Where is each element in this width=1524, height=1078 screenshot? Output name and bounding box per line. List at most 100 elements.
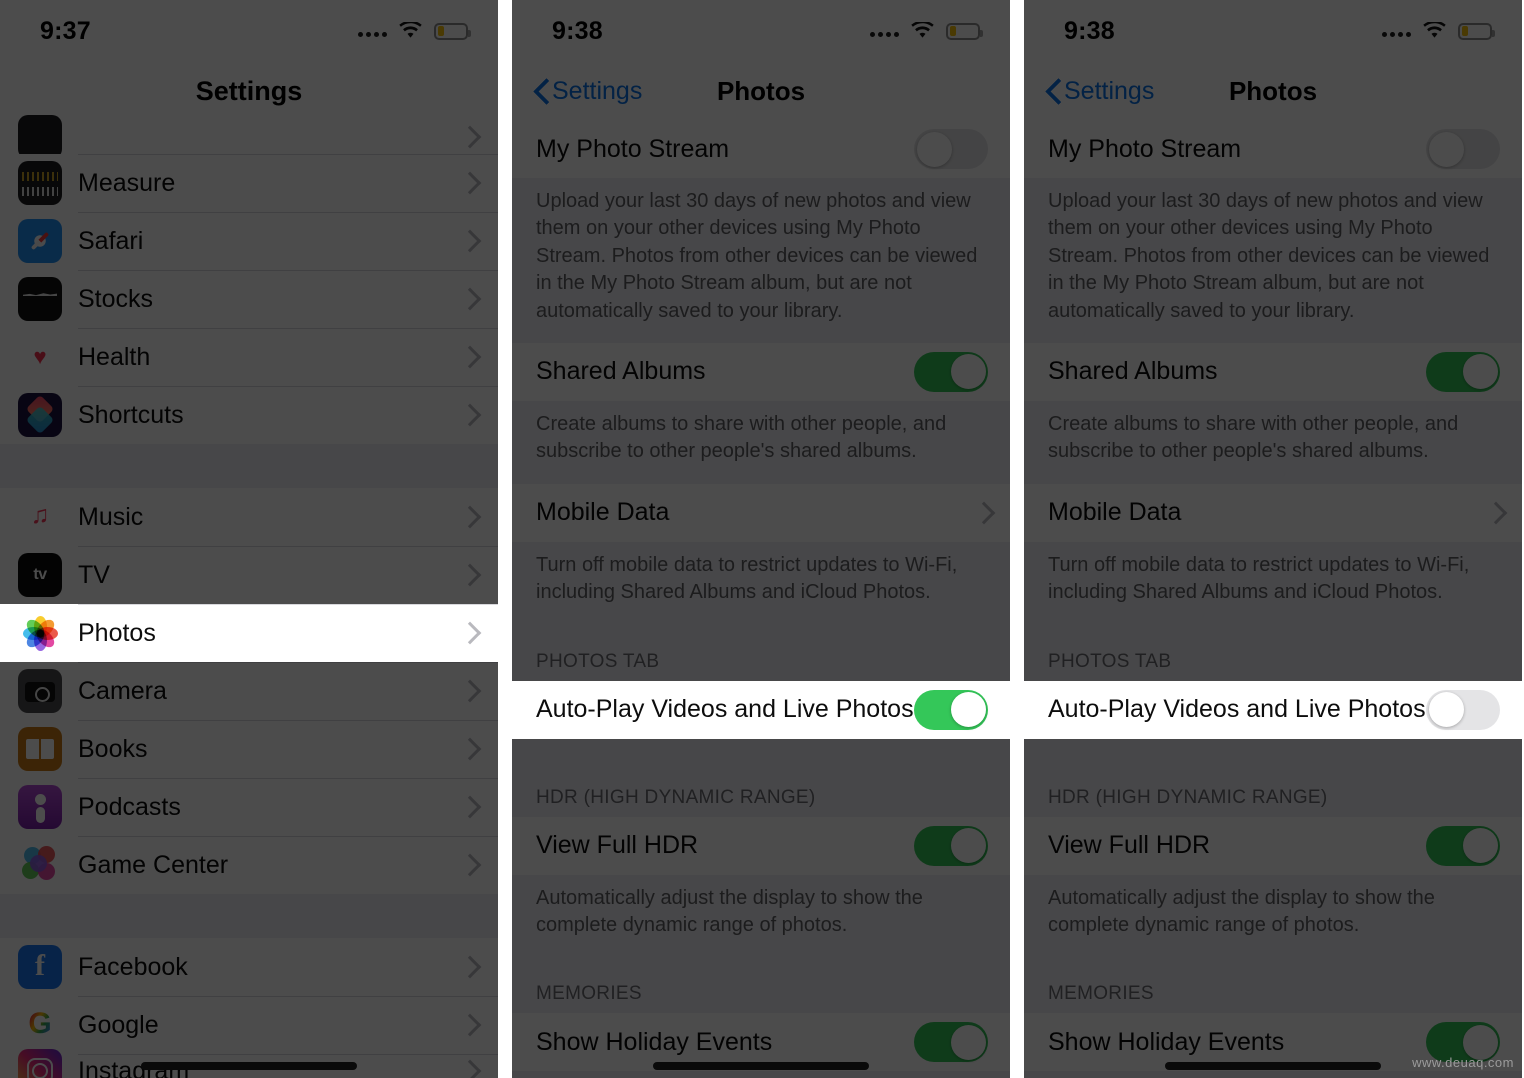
chevron-right-icon — [462, 288, 474, 310]
sidebar-item-facebook[interactable]: Facebook — [0, 938, 498, 996]
sidebar-item-photos[interactable]: Photos — [0, 604, 498, 662]
back-button[interactable]: Settings — [512, 77, 642, 106]
setting-description: Automatically adjust the display to show… — [512, 874, 1010, 958]
status-bar: 9:38 — [512, 0, 1010, 62]
sidebar-item-camera[interactable]: Camera — [0, 662, 498, 720]
toggle-knob — [1428, 131, 1464, 167]
sidebar-item-google[interactable]: Google — [0, 996, 498, 1054]
wifi-icon — [1422, 20, 1447, 40]
section-spacer — [512, 738, 1010, 761]
setting-label: Show Holiday Events — [536, 1027, 773, 1056]
setting-description: Upload your last 30 days of new photos a… — [512, 178, 1010, 343]
setting-row-mobile-data[interactable]: Mobile Data — [512, 483, 1010, 542]
chevron-left-icon — [1046, 78, 1061, 104]
instagram-app-icon — [18, 1049, 62, 1078]
status-bar: 9:37 — [0, 0, 498, 62]
chevron-left-icon — [534, 78, 549, 104]
sidebar-item-cut[interactable] — [0, 115, 498, 159]
section-header: PHOTOS TAB — [512, 624, 1010, 681]
settings-group: Measure Safari Stocks Health Shortcuts — [0, 115, 498, 444]
section-spacer — [1024, 738, 1522, 761]
sidebar-item-label: Books — [78, 734, 148, 763]
sidebar-item-tv[interactable]: TV — [0, 546, 498, 604]
google-app-icon — [18, 1003, 62, 1047]
sidebar-item-measure[interactable]: Measure — [0, 154, 498, 212]
books-app-icon — [18, 727, 62, 771]
stocks-app-icon — [18, 277, 62, 321]
setting-label: My Photo Stream — [1048, 134, 1242, 163]
nav-bar: Settings — [0, 62, 498, 120]
setting-row-auto-play-videos-and-live-photos[interactable]: Auto-Play Videos and Live Photos — [512, 680, 1010, 739]
home-indicator[interactable] — [653, 1062, 869, 1070]
section-header: MEMORIES — [1024, 957, 1522, 1014]
setting-row-my-photo-stream[interactable]: My Photo Stream — [1024, 120, 1522, 178]
setting-row-mobile-data[interactable]: Mobile Data — [1024, 483, 1522, 542]
toggle-view-full-hdr[interactable] — [1426, 825, 1500, 866]
photos-flower-icon — [20, 613, 60, 653]
battery-low-icon — [434, 22, 471, 40]
settings-group: Music TV Photos Camera Books Podcasts Game Cen… — [0, 488, 498, 894]
setting-description: Turn off mobile data to restrict updates… — [1024, 541, 1522, 625]
setting-row-view-full-hdr[interactable]: View Full HDR — [512, 816, 1010, 875]
sidebar-item-shortcuts[interactable]: Shortcuts — [0, 386, 498, 444]
health-app-icon — [18, 335, 62, 379]
chevron-right-icon — [462, 506, 474, 528]
sidebar-item-podcasts[interactable]: Podcasts — [0, 778, 498, 836]
game-center-app-icon — [18, 843, 62, 887]
toggle-knob — [950, 828, 986, 864]
sidebar-item-safari[interactable]: Safari — [0, 212, 498, 270]
status-time: 9:38 — [552, 16, 603, 45]
setting-label: Auto-Play Videos and Live Photos — [1048, 695, 1426, 724]
setting-label: View Full HDR — [1048, 831, 1211, 860]
toggle-my-photo-stream[interactable] — [1426, 129, 1500, 169]
toggle-auto-play-videos-and-live-photos[interactable] — [1426, 689, 1500, 730]
wifi-icon — [398, 20, 423, 40]
setting-description: Create albums to share with other people… — [512, 400, 1010, 484]
photos-app-icon — [18, 611, 62, 655]
sidebar-item-health[interactable]: Health — [0, 328, 498, 386]
sidebar-item-label: Game Center — [78, 850, 229, 879]
sidebar-item-label: Podcasts — [78, 792, 181, 821]
setting-label: Shared Albums — [536, 357, 706, 386]
back-button-label: Settings — [1064, 76, 1155, 105]
sidebar-item-music[interactable]: Music — [0, 488, 498, 546]
toggle-knob — [916, 131, 952, 167]
measure-app-icon — [18, 161, 62, 205]
home-indicator[interactable] — [141, 1062, 357, 1070]
signal-dots-icon — [358, 25, 387, 37]
chevron-right-icon — [462, 680, 474, 702]
setting-description: Turn off mobile data to restrict updates… — [512, 541, 1010, 625]
sidebar-item-label: Health — [78, 342, 151, 371]
signal-dots-icon — [870, 25, 899, 37]
setting-row-auto-play-videos-and-live-photos[interactable]: Auto-Play Videos and Live Photos — [1024, 680, 1522, 739]
camera-app-icon — [18, 669, 62, 713]
toggle-show-holiday-events[interactable] — [914, 1022, 988, 1063]
sidebar-item-game-center[interactable]: Game Center — [0, 836, 498, 894]
sidebar-item-stocks[interactable]: Stocks — [0, 270, 498, 328]
wifi-icon — [910, 20, 935, 40]
setting-row-shared-albums[interactable]: Shared Albums — [1024, 342, 1522, 401]
sidebar-item-label: Camera — [78, 676, 167, 705]
setting-description: You can choose to see holiday events for… — [1024, 1071, 1522, 1078]
toggle-shared-albums[interactable] — [1426, 351, 1500, 392]
setting-description: Create albums to share with other people… — [1024, 400, 1522, 484]
nav-bar: Settings Photos — [1024, 62, 1522, 120]
toggle-shared-albums[interactable] — [914, 351, 988, 392]
toggle-my-photo-stream[interactable] — [914, 129, 988, 169]
setting-row-view-full-hdr[interactable]: View Full HDR — [1024, 816, 1522, 875]
setting-row-my-photo-stream[interactable]: My Photo Stream — [512, 120, 1010, 178]
toggle-knob — [1462, 828, 1498, 864]
toggle-view-full-hdr[interactable] — [914, 825, 988, 866]
back-button[interactable]: Settings — [1024, 77, 1154, 106]
photos-settings-list: My Photo Stream Upload your last 30 days … — [512, 120, 1010, 1078]
toggle-knob — [950, 354, 986, 390]
sidebar-item-label: Photos — [78, 618, 156, 647]
home-indicator[interactable] — [1165, 1062, 1381, 1070]
sidebar-item-label: Safari — [78, 226, 144, 255]
photos-settings-list: My Photo Stream Upload your last 30 days … — [1024, 120, 1522, 1078]
nav-bar: Settings Photos — [512, 62, 1010, 120]
setting-row-shared-albums[interactable]: Shared Albums — [512, 342, 1010, 401]
sidebar-item-books[interactable]: Books — [0, 720, 498, 778]
toggle-auto-play-videos-and-live-photos[interactable] — [914, 689, 988, 730]
watermark: www.deuaq.com — [1412, 1055, 1514, 1070]
